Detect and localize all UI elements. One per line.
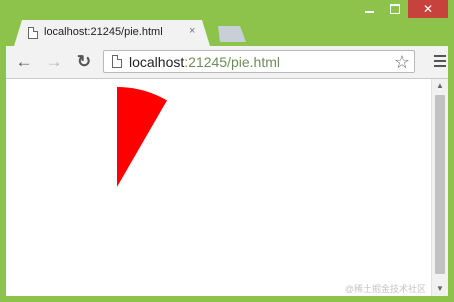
- url-host: localhost: [129, 54, 185, 70]
- hamburger-menu-icon[interactable]: [434, 55, 446, 70]
- close-window-button[interactable]: ✕: [408, 0, 448, 18]
- maximize-icon: [390, 4, 400, 14]
- tab-close-icon[interactable]: ×: [189, 25, 195, 37]
- pie-canvas: [117, 87, 167, 187]
- window-controls: ✕: [356, 0, 448, 20]
- toolbar: ← → ↻ localhost:21245/pie.html ☆: [6, 46, 448, 79]
- url-path: :21245/pie.html: [184, 54, 280, 70]
- page-icon: [28, 27, 38, 39]
- back-arrow-icon: ←: [15, 52, 33, 71]
- browser-window: ✕ localhost:21245/pie.html × ← → ↻ local…: [0, 0, 454, 302]
- watermark: @稀土掘金技术社区: [344, 284, 426, 294]
- forward-button[interactable]: →: [44, 52, 64, 72]
- minimize-icon: [364, 11, 374, 13]
- tab-title: localhost:21245/pie.html: [44, 26, 163, 38]
- reload-button[interactable]: ↻: [74, 52, 94, 72]
- new-tab-button[interactable]: [218, 26, 246, 42]
- vertical-scrollbar[interactable]: ▲ ▼: [431, 79, 448, 296]
- pie-slice: [117, 87, 167, 187]
- scroll-up-icon[interactable]: ▲: [432, 79, 448, 93]
- forward-arrow-icon: →: [45, 52, 63, 71]
- reload-icon: ↻: [76, 52, 92, 71]
- scroll-thumb[interactable]: [435, 95, 445, 274]
- close-icon: ✕: [422, 2, 434, 16]
- maximize-button[interactable]: [382, 0, 408, 18]
- bookmark-star-icon[interactable]: ☆: [394, 51, 410, 73]
- back-button[interactable]: ←: [14, 52, 34, 72]
- minimize-button[interactable]: [356, 0, 382, 18]
- page-viewport: ▲ ▼ @稀土掘金技术社区: [6, 79, 448, 296]
- scroll-down-icon[interactable]: ▼: [432, 282, 448, 296]
- tab-pie[interactable]: localhost:21245/pie.html ×: [14, 20, 210, 46]
- tab-strip: localhost:21245/pie.html ×: [0, 20, 454, 46]
- page-icon: [112, 55, 122, 68]
- url-text: localhost:21245/pie.html: [129, 54, 280, 70]
- address-bar[interactable]: localhost:21245/pie.html ☆: [103, 50, 415, 73]
